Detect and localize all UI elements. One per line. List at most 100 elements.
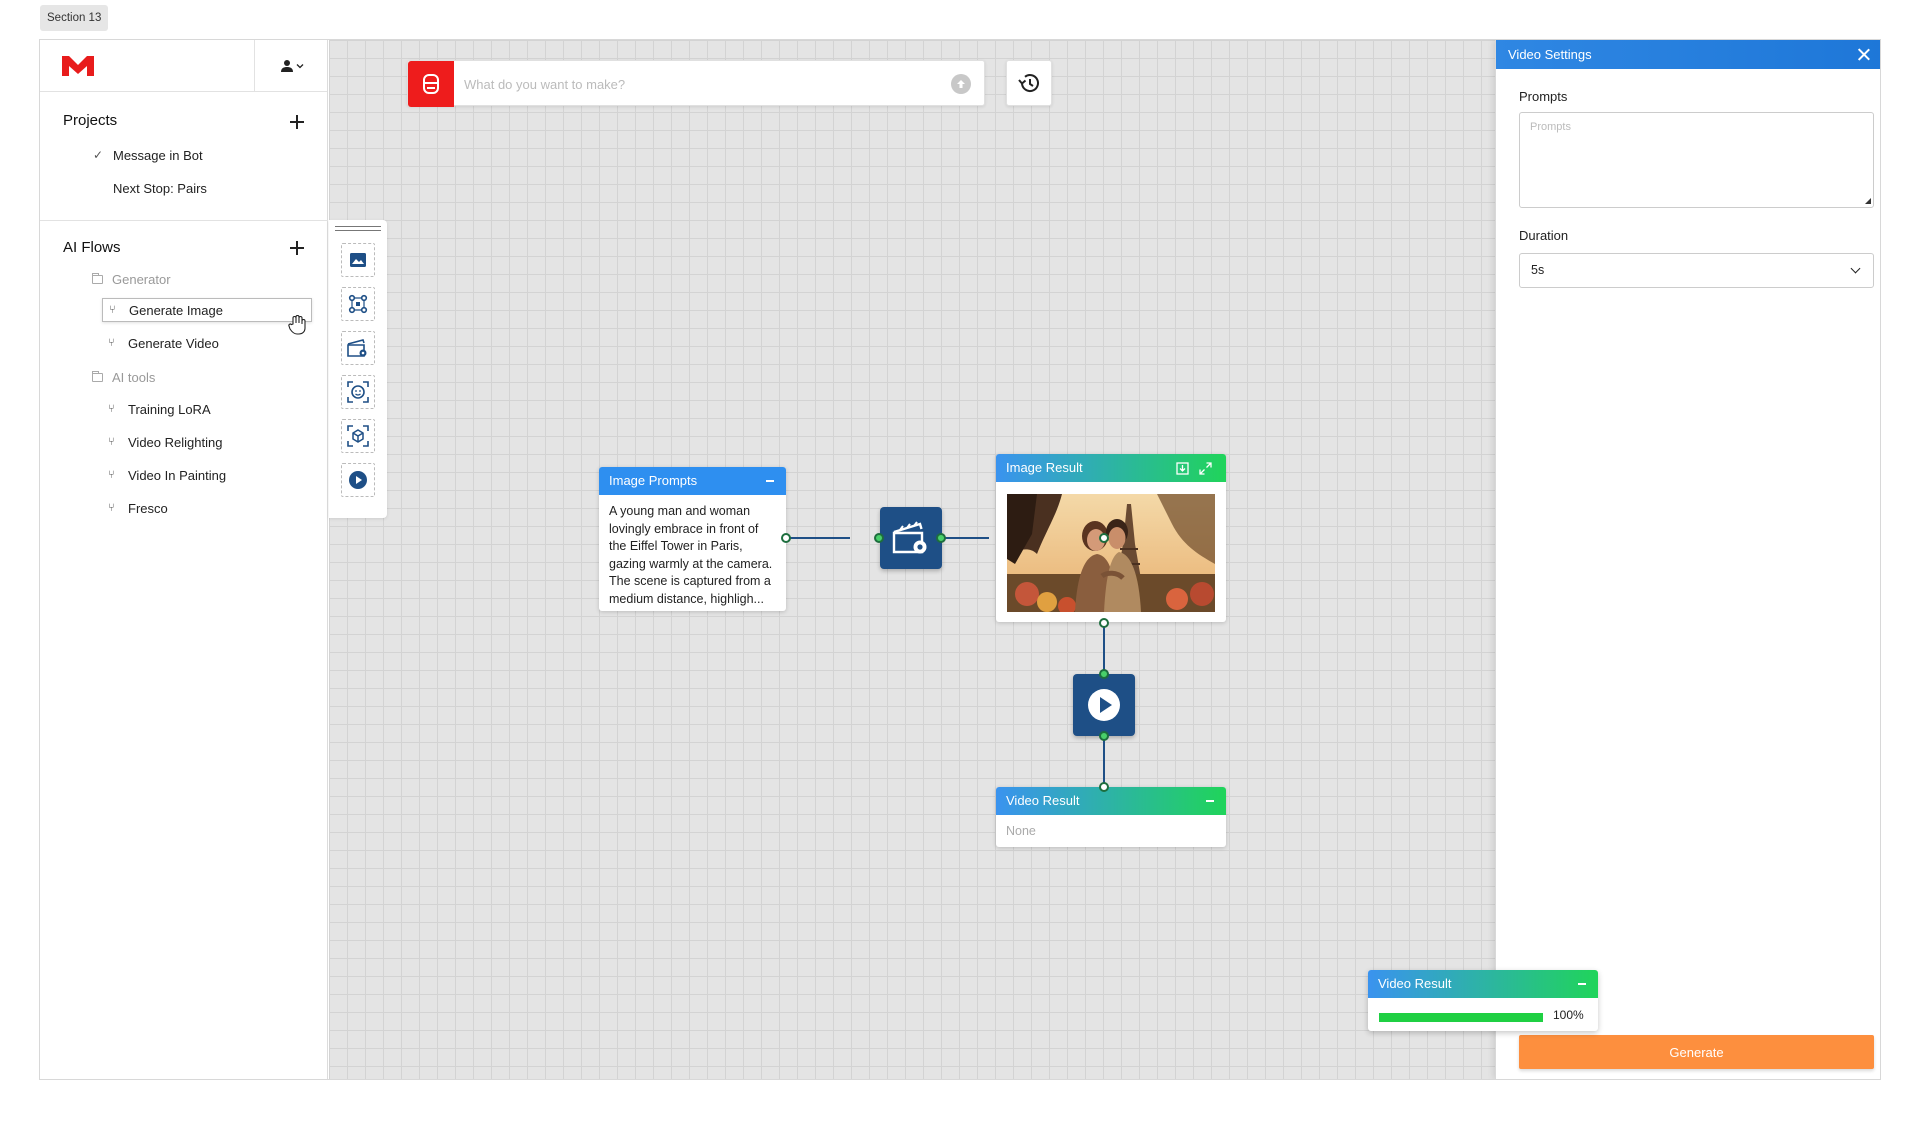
output-port[interactable] — [936, 533, 946, 543]
folder-icon — [92, 371, 103, 382]
tool-cube-button[interactable] — [341, 419, 375, 453]
duration-label: Duration — [1519, 228, 1569, 243]
flow-item-training-lora[interactable]: ⑂ Training LoRA — [102, 397, 312, 421]
folder-label: Generator — [112, 272, 171, 287]
flow-item-label: Video In Painting — [128, 467, 227, 483]
flow-item-generate-image[interactable]: ⑂ Generate Image — [102, 298, 312, 322]
video-result-node[interactable]: Video Result None — [996, 787, 1226, 847]
cube-icon — [347, 425, 369, 447]
output-port[interactable] — [1099, 731, 1109, 741]
node-header[interactable]: Image Prompts — [599, 467, 786, 495]
prompt-logo-icon — [408, 61, 454, 107]
input-port[interactable] — [874, 533, 884, 543]
branch-icon: ⑂ — [109, 304, 116, 316]
expand-icon[interactable] — [1199, 462, 1212, 475]
image-prompts-node[interactable]: Image Prompts A young man and woman lovi… — [599, 467, 786, 611]
check-icon: ✓ — [93, 148, 104, 162]
flow-item-label: Generate Image — [129, 302, 223, 318]
image-result-node[interactable]: Image Result — [996, 454, 1226, 622]
user-icon — [280, 60, 293, 72]
arrow-up-icon — [957, 80, 965, 88]
branch-icon: ⑂ — [108, 337, 115, 349]
textarea-resize-handle[interactable] — [1865, 198, 1871, 204]
generated-image[interactable] — [1007, 494, 1215, 612]
minimize-button[interactable] — [1578, 983, 1586, 985]
prompts-textarea[interactable] — [1519, 112, 1874, 208]
minimize-button[interactable] — [766, 480, 774, 482]
node-title: Image Prompts — [609, 473, 698, 488]
prompt-bar — [407, 60, 985, 107]
flow-canvas[interactable]: Image Prompts A young man and woman lovi… — [329, 40, 1495, 1079]
node-title: Image Result — [1006, 460, 1083, 475]
flow-item-generate-video[interactable]: ⑂ Generate Video — [102, 331, 312, 355]
history-icon — [1018, 74, 1039, 92]
video-result-progress-node[interactable]: Video Result 100% — [1368, 970, 1598, 1031]
face-icon — [347, 381, 369, 403]
download-icon[interactable] — [1176, 462, 1189, 475]
node-header[interactable]: Video Result — [1368, 970, 1598, 998]
add-project-button[interactable] — [287, 112, 307, 132]
flow-item-label: Generate Video — [128, 335, 219, 351]
app-window: Projects ✓ Message in Bot Next Stop: Pai… — [39, 39, 1881, 1080]
chevron-down-icon — [1850, 263, 1861, 274]
close-icon[interactable] — [1857, 48, 1870, 61]
projects-title: Projects — [63, 112, 118, 129]
folder-icon — [92, 273, 103, 284]
connection-wire — [940, 537, 989, 539]
generate-button[interactable]: Generate — [1519, 1035, 1874, 1069]
send-button[interactable] — [951, 74, 971, 94]
folder-label: AI tools — [112, 370, 156, 385]
tool-image-button[interactable] — [341, 243, 375, 277]
project-item[interactable]: Next Stop: Pairs — [113, 181, 207, 196]
image-prompts-text[interactable]: A young man and woman lovingly embrace i… — [599, 495, 786, 616]
branch-icon: ⑂ — [108, 403, 115, 415]
input-port[interactable] — [1099, 533, 1109, 543]
progress-bar — [1379, 1013, 1543, 1022]
branch-icon: ⑂ — [108, 502, 115, 514]
sidebar: Projects ✓ Message in Bot Next Stop: Pai… — [40, 40, 328, 1079]
tool-play-button[interactable] — [341, 463, 375, 497]
user-menu-button[interactable] — [254, 40, 328, 92]
progress-fill — [1379, 1013, 1543, 1022]
toolbox-drag-handle[interactable] — [335, 226, 381, 231]
folder-generator[interactable]: Generator — [92, 272, 171, 287]
video-result-value: None — [1006, 824, 1036, 838]
folder-ai-tools[interactable]: AI tools — [92, 370, 155, 385]
flow-item-video-relighting[interactable]: ⑂ Video Relighting — [102, 430, 312, 454]
tool-nodes-button[interactable] — [341, 287, 375, 321]
sidebar-header — [40, 40, 327, 92]
video-generate-operation-node[interactable] — [1073, 674, 1135, 736]
video-settings-operation-node[interactable] — [880, 507, 942, 569]
play-icon — [349, 471, 367, 489]
node-title: Video Result — [1006, 793, 1080, 808]
flow-item-label: Fresco — [128, 500, 168, 516]
progress-label: 100% — [1553, 1008, 1584, 1022]
branch-icon: ⑂ — [108, 469, 115, 481]
connection-wire — [789, 537, 850, 539]
input-port[interactable] — [1099, 782, 1109, 792]
video-settings-panel: Video Settings Prompts Duration 5s Gener… — [1495, 40, 1880, 1079]
duration-select[interactable]: 5s — [1519, 253, 1874, 288]
panel-title: Video Settings — [1508, 47, 1592, 62]
history-button[interactable] — [1006, 60, 1052, 106]
node-header[interactable]: Image Result — [996, 454, 1226, 482]
brand-logo[interactable] — [61, 55, 95, 82]
project-item[interactable]: Message in Bot — [113, 148, 203, 163]
prompt-input[interactable] — [464, 73, 934, 95]
node-toolbox — [329, 220, 387, 518]
node-header[interactable]: Video Result — [996, 787, 1226, 815]
output-port[interactable] — [1099, 618, 1109, 628]
flow-item-video-in-painting[interactable]: ⑂ Video In Painting — [102, 463, 312, 487]
input-port[interactable] — [1099, 669, 1109, 679]
prompts-label: Prompts — [1519, 89, 1568, 104]
flow-item-fresco[interactable]: ⑂ Fresco — [102, 496, 312, 520]
output-port[interactable] — [781, 533, 791, 543]
add-flow-button[interactable] — [287, 238, 307, 258]
tool-video-settings-button[interactable] — [341, 331, 375, 365]
minimize-button[interactable] — [1206, 800, 1214, 802]
tool-face-button[interactable] — [341, 375, 375, 409]
branch-icon: ⑂ — [108, 436, 115, 448]
chevron-down-icon — [296, 64, 303, 69]
panel-header: Video Settings — [1496, 40, 1880, 69]
play-icon — [1088, 689, 1120, 721]
